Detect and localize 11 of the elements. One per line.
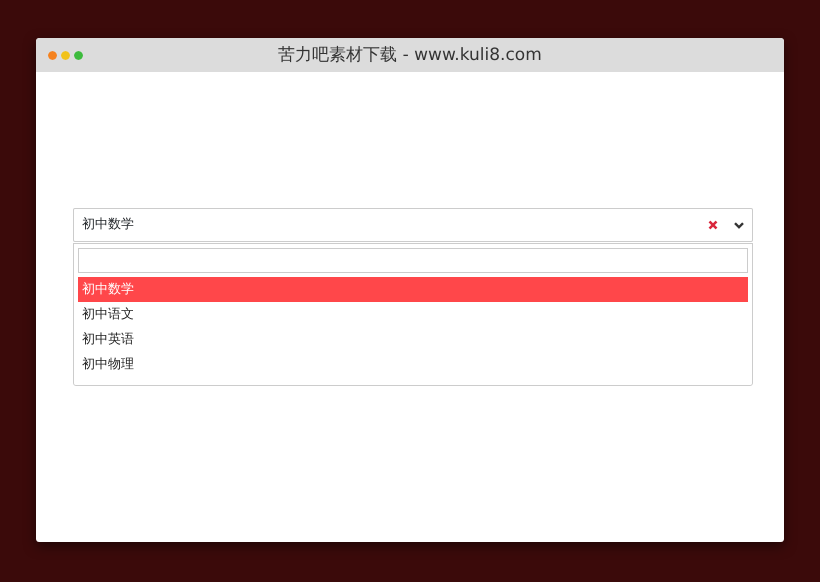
- minimize-dot-icon[interactable]: [61, 51, 70, 60]
- clear-icon[interactable]: [708, 220, 718, 230]
- search-field[interactable]: [78, 248, 748, 273]
- dropdown-option[interactable]: 初中英语: [78, 327, 748, 352]
- caret-icon[interactable]: [734, 222, 744, 228]
- window-title: 苦力吧素材下载 - www.kuli8.com: [278, 44, 542, 67]
- maximize-dot-icon[interactable]: [74, 51, 83, 60]
- select-field[interactable]: 初中数学: [73, 208, 753, 242]
- dropdown-option[interactable]: 初中物理: [78, 352, 748, 377]
- dropdown-option[interactable]: 初中语文: [78, 302, 748, 327]
- close-dot-icon[interactable]: [48, 51, 57, 60]
